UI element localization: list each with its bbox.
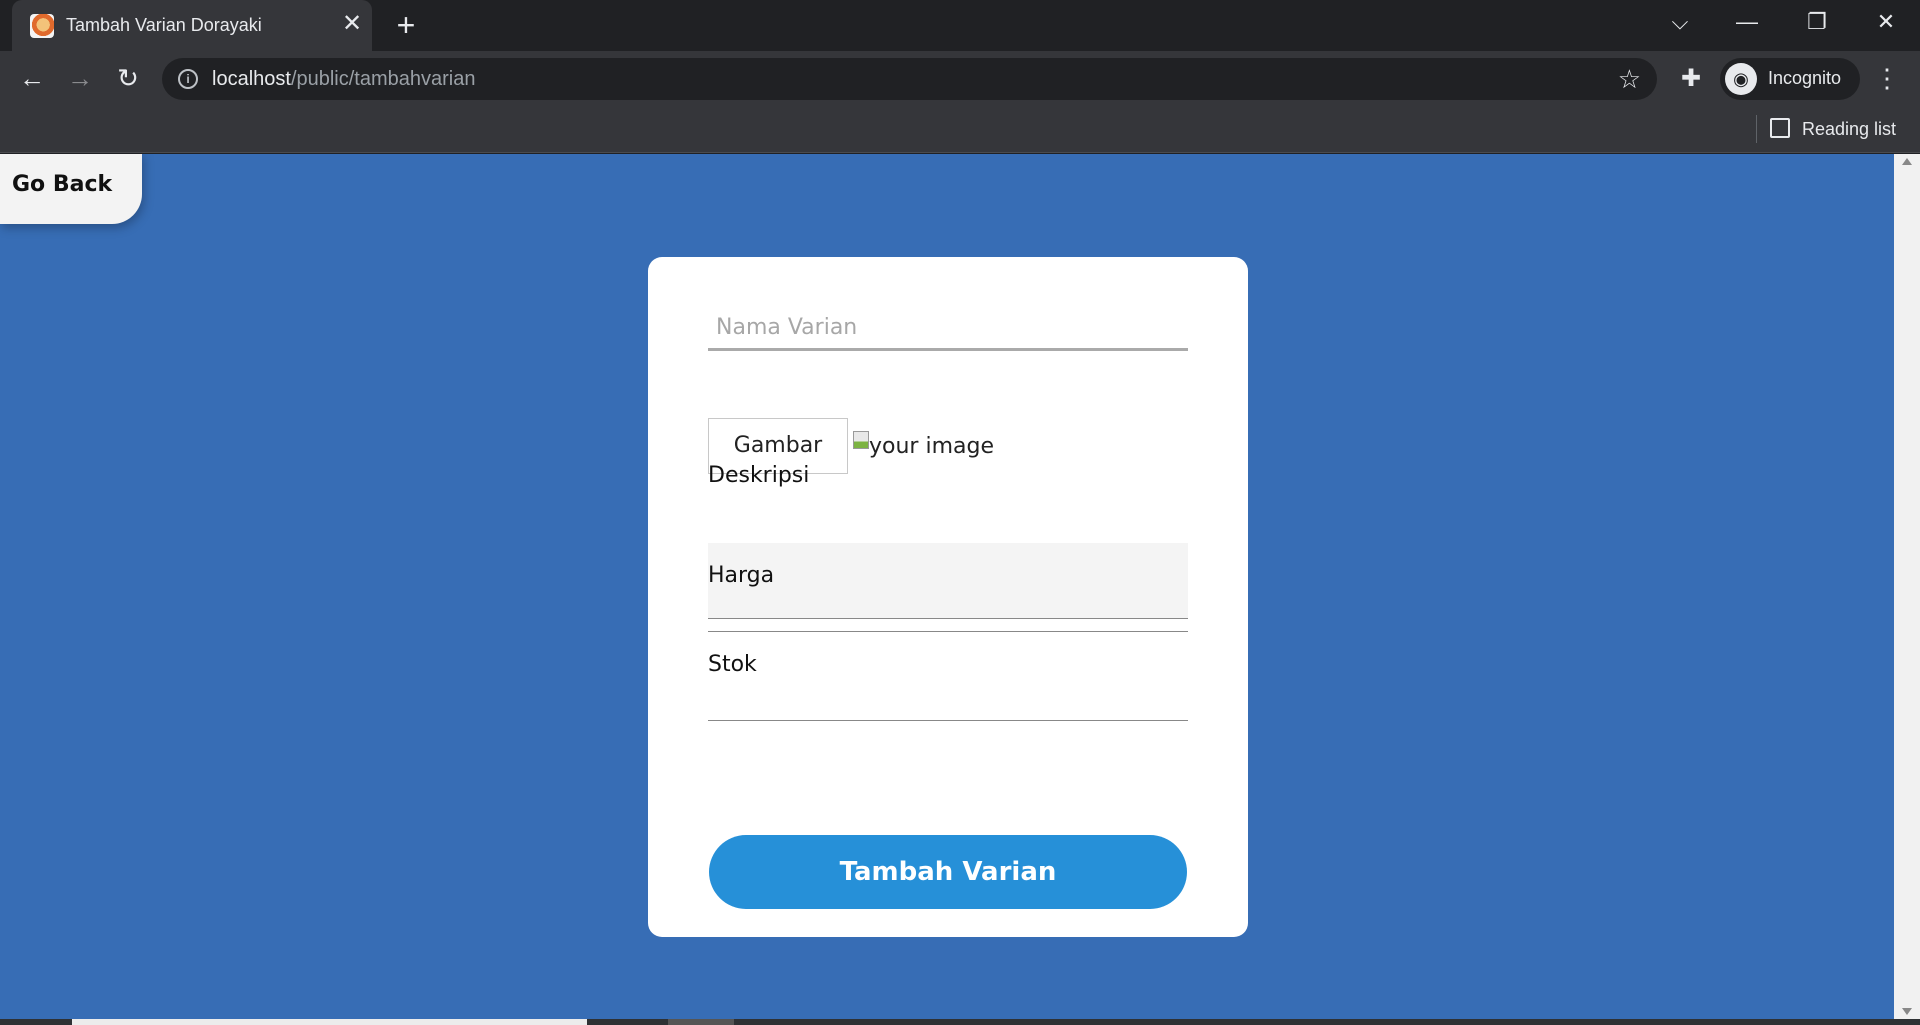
deskripsi-label: Deskripsi — [708, 463, 810, 488]
new-tab-icon[interactable]: + — [390, 9, 422, 42]
close-tab-icon[interactable]: ✕ — [338, 10, 366, 38]
extensions-puzzle-icon[interactable]: ✚ — [1676, 64, 1706, 94]
tab-search-chevron-icon[interactable]: ⌵ — [1660, 6, 1700, 38]
image-preview: your image — [853, 429, 994, 465]
stok-input[interactable] — [708, 681, 1188, 721]
harga-input[interactable] — [708, 592, 1188, 632]
scroll-down-arrow-icon[interactable] — [1902, 1008, 1912, 1015]
reload-icon[interactable]: ↻ — [112, 63, 144, 95]
forward-arrow-icon[interactable]: → — [64, 63, 96, 95]
taskbar-segment — [72, 1019, 587, 1025]
profile-incognito-button[interactable]: ◉ Incognito — [1720, 58, 1860, 100]
tab-strip: Tambah Varian Dorayaki ✕ + ⌵ — ❐ ✕ — [0, 0, 1920, 51]
url-host: localhost — [212, 68, 291, 90]
url-path: /public/tambahvarian — [290, 68, 476, 90]
tab-title: Tambah Varian Dorayaki — [66, 15, 262, 35]
image-preview-alt: your image — [869, 434, 994, 459]
scroll-up-arrow-icon[interactable] — [1902, 158, 1912, 165]
reading-list-label: Reading list — [1802, 119, 1897, 139]
harga-label: Harga — [708, 563, 775, 588]
dorayaki-favicon-icon — [30, 14, 54, 38]
restore-icon[interactable]: ❐ — [1797, 6, 1837, 38]
close-window-icon[interactable]: ✕ — [1866, 6, 1906, 38]
site-info-icon[interactable]: i — [178, 69, 198, 89]
bookmark-bar: Reading list — [0, 105, 1920, 153]
broken-image-icon — [853, 431, 869, 449]
browser-menu-icon[interactable]: ⋮ — [1874, 62, 1900, 94]
minimize-icon[interactable]: — — [1727, 6, 1767, 38]
page-viewport: Go Back Gambar your image Deskripsi Harg… — [0, 154, 1920, 1025]
bookmark-divider — [1756, 115, 1757, 143]
stok-label: Stok — [708, 652, 757, 677]
taskbar-segment — [668, 1019, 734, 1025]
vertical-scrollbar[interactable] — [1894, 154, 1920, 1019]
incognito-icon: ◉ — [1725, 63, 1757, 95]
incognito-label: Incognito — [1768, 68, 1842, 88]
reading-list-icon — [1770, 118, 1790, 139]
taskbar-strip — [0, 1019, 1920, 1025]
browser-tab[interactable]: Tambah Varian Dorayaki ✕ — [12, 0, 372, 51]
url-text[interactable]: localhost/public/tambahvarian — [212, 68, 476, 91]
address-bar[interactable]: i localhost/public/tambahvarian ☆ — [162, 58, 1657, 100]
tambah-varian-button[interactable]: Tambah Varian — [709, 835, 1187, 909]
back-arrow-icon[interactable]: ← — [16, 63, 48, 95]
reading-list-button[interactable]: Reading list — [1770, 115, 1896, 143]
bookmark-star-icon[interactable]: ☆ — [1618, 64, 1641, 95]
tambah-varian-form: Gambar your image Deskripsi Harga Stok T… — [648, 257, 1248, 937]
go-back-button[interactable]: Go Back — [0, 154, 142, 224]
nama-varian-input[interactable] — [708, 307, 1188, 351]
